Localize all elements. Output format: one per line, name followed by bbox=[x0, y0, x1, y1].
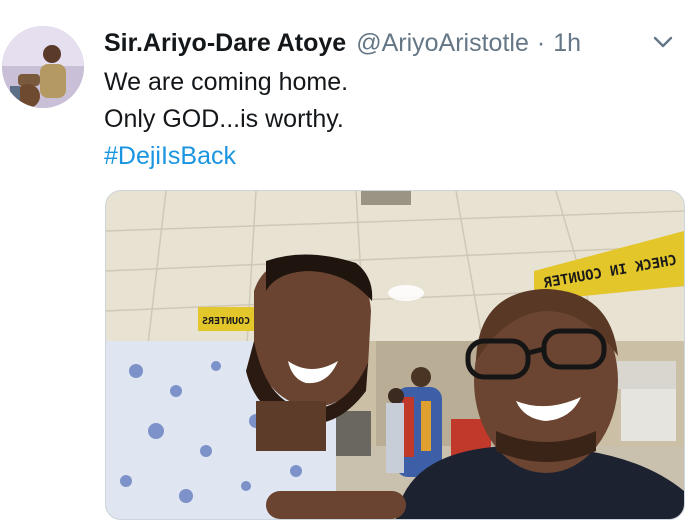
sign-counters: COUNTERS bbox=[202, 316, 250, 327]
tweet-header: Sir.Ariyo-Dare Atoye @AriyoAristotle · 1… bbox=[104, 27, 670, 59]
tweet[interactable]: Sir.Ariyo-Dare Atoye @AriyoAristotle · 1… bbox=[0, 0, 690, 529]
tweet-photo[interactable]: CHECK IN COUNTER COUNTERS bbox=[105, 190, 685, 520]
tweet-line-2: Only GOD...is worthy. bbox=[104, 105, 344, 133]
tweet-line-1: We are coming home. bbox=[104, 68, 349, 96]
author-handle[interactable]: @AriyoAristotle bbox=[356, 29, 529, 58]
author-name[interactable]: Sir.Ariyo-Dare Atoye bbox=[104, 29, 346, 58]
avatar[interactable] bbox=[2, 26, 84, 108]
chevron-down-icon[interactable] bbox=[650, 32, 676, 52]
separator-dot: · bbox=[536, 28, 546, 57]
timestamp[interactable]: 1h bbox=[553, 29, 581, 58]
hashtag-link[interactable]: #DejiIsBack bbox=[104, 138, 664, 175]
tweet-text: We are coming home. Only GOD...is worthy… bbox=[104, 64, 664, 175]
